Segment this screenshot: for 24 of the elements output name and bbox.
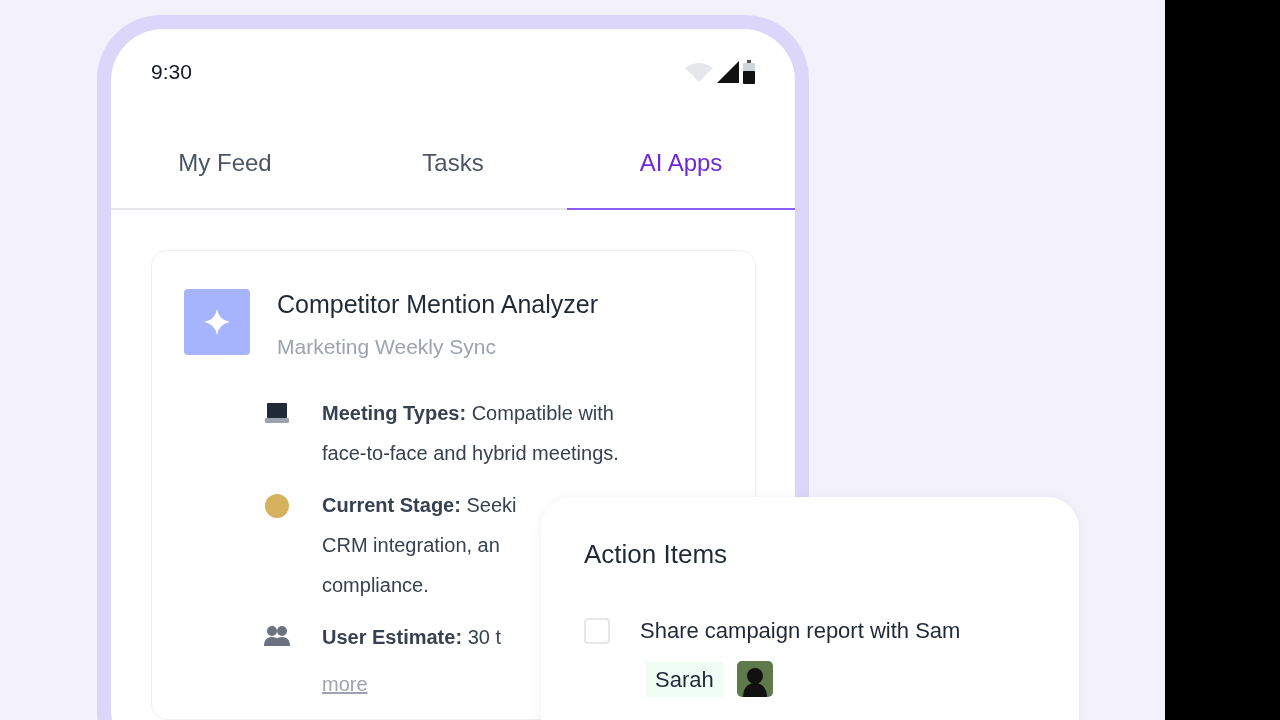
detail-text: User Estimate: 30 t xyxy=(322,624,501,650)
detail-text: compliance. xyxy=(322,572,430,598)
detail-text: Current Stage: Seeki xyxy=(322,492,517,518)
tab[interactable]: AI Apps xyxy=(567,142,795,210)
action-item-text: Share campaign report with Sam xyxy=(640,617,961,645)
sparkle-icon xyxy=(184,289,250,355)
detail-text: Meeting Types: Compatible with xyxy=(322,400,615,426)
signal-icon xyxy=(717,61,739,83)
checkbox[interactable] xyxy=(584,617,610,644)
laptop-icon xyxy=(264,400,290,425)
meeting-name: Marketing Weekly Sync xyxy=(277,334,498,360)
users-icon xyxy=(264,624,290,647)
tab[interactable]: My Feed xyxy=(111,142,339,210)
detail-text: face-to-face and hybrid meetings. xyxy=(322,440,619,466)
assignee-chip: Sarah xyxy=(646,661,723,697)
clock-time: 9:30 xyxy=(151,59,192,86)
action-items-title: Action Items xyxy=(584,538,729,571)
app-title: Competitor Mention Analyzer xyxy=(277,289,598,319)
emoji-icon xyxy=(264,492,290,519)
avatar-icon xyxy=(736,661,773,697)
tab[interactable]: Tasks xyxy=(339,142,567,210)
wifi-icon xyxy=(685,62,713,82)
battery-icon xyxy=(743,60,755,84)
detail-text: CRM integration, an xyxy=(322,532,501,558)
